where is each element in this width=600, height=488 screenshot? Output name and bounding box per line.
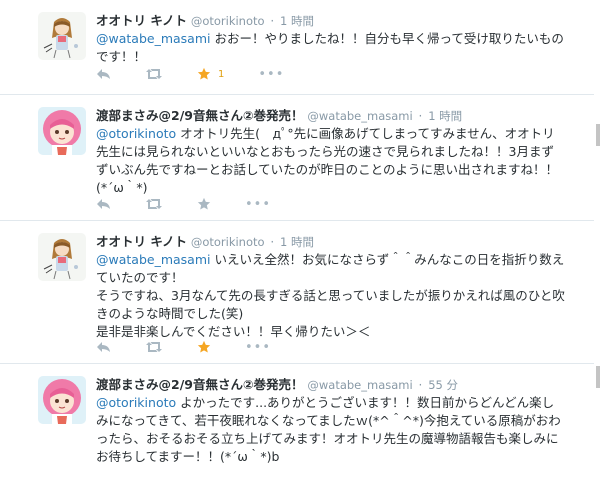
reply-icon [97, 69, 110, 79]
reply-icon [97, 342, 110, 352]
tweet-text: @watabe_masami おおー！やりましたね！！自分も早く帰って受け取りた… [96, 30, 566, 66]
mention-link[interactable]: @watabe_masami [96, 31, 210, 46]
more-options-button[interactable]: ••• [245, 197, 271, 212]
timestamp[interactable]: 1 時間 [280, 235, 314, 249]
tweet[interactable]: オオトリ キノト @otorikinoto · 1 時間 @watabe_mas… [0, 0, 594, 95]
tweet-text: @otorikinoto オオトリ先生( дﾟ°先に画像あげてしまってすみません… [96, 125, 566, 197]
timestamp[interactable]: 55 分 [428, 378, 458, 392]
star-icon [197, 340, 211, 353]
girl-illustration-icon [38, 233, 86, 281]
reply-button[interactable] [96, 198, 111, 210]
favorite-count: 1 [218, 68, 225, 80]
scrollbar-track[interactable] [593, 0, 600, 488]
display-name[interactable]: オオトリ キノト [96, 13, 187, 28]
pink-hair-girl-icon [38, 107, 86, 155]
star-icon [197, 67, 211, 80]
tweet-text: @watabe_masami いえいえ全然！お気になさらず＾＾みんなこの日を指折… [96, 251, 566, 341]
favorite-button[interactable]: 1 [197, 67, 224, 81]
favorite-button[interactable] [197, 197, 211, 211]
tweet[interactable]: 渡部まさみ@2/9音無さん②巻発売！ @watabe_masami · 55 分… [0, 364, 594, 488]
scroll-marker [596, 366, 600, 388]
retweet-button[interactable] [145, 198, 163, 210]
scroll-marker [596, 124, 600, 146]
avatar[interactable] [38, 233, 86, 281]
mention-link[interactable]: @otorikinoto [96, 126, 176, 141]
retweet-icon [146, 199, 162, 209]
more-options-button[interactable]: ••• [245, 340, 271, 355]
tweet-actions: ••• [96, 339, 305, 355]
avatar[interactable] [38, 12, 86, 60]
tweet-actions: 1 ••• [96, 66, 318, 82]
favorite-button[interactable] [197, 340, 211, 354]
girl-illustration-icon [38, 12, 86, 60]
retweet-button[interactable] [145, 68, 163, 80]
display-name[interactable]: オオトリ キノト [96, 234, 187, 249]
retweet-button[interactable] [145, 341, 163, 353]
user-handle[interactable]: @otorikinoto [191, 235, 265, 249]
tweet-actions: ••• [96, 196, 305, 212]
mention-link[interactable]: @otorikinoto [96, 395, 176, 410]
tweet-text: @otorikinoto よかったです...ありがとうございます！！数日前からど… [96, 394, 566, 466]
display-name[interactable]: 渡部まさみ@2/9音無さん②巻発売！ [96, 108, 304, 123]
reply-button[interactable] [96, 68, 111, 80]
user-handle[interactable]: @watabe_masami [307, 378, 412, 392]
tweet-header: オオトリ キノト @otorikinoto · 1 時間 [96, 13, 315, 28]
tweet[interactable]: 渡部まさみ@2/9音無さん②巻発売！ @watabe_masami · 1 時間… [0, 95, 594, 221]
user-handle[interactable]: @otorikinoto [191, 14, 265, 28]
pink-hair-girl-icon [38, 376, 86, 424]
reply-button[interactable] [96, 341, 111, 353]
more-options-button[interactable]: ••• [258, 67, 284, 82]
display-name[interactable]: 渡部まさみ@2/9音無さん②巻発売！ [96, 377, 304, 392]
tweet-body-line2: そうですね、3月なんて先の長すぎる話と思っていましたが振りかえれば風のひと吹きの… [96, 288, 565, 321]
tweet-header: オオトリ キノト @otorikinoto · 1 時間 [96, 234, 315, 249]
retweet-icon [146, 342, 162, 352]
avatar[interactable] [38, 376, 86, 424]
reply-icon [97, 199, 110, 209]
tweet-header: 渡部まさみ@2/9音無さん②巻発売！ @watabe_masami · 1 時間 [96, 108, 463, 123]
tweet[interactable]: オオトリ キノト @otorikinoto · 1 時間 @watabe_mas… [0, 221, 594, 364]
timestamp[interactable]: 1 時間 [280, 14, 314, 28]
timestamp[interactable]: 1 時間 [428, 109, 462, 123]
mention-link[interactable]: @watabe_masami [96, 252, 210, 267]
avatar[interactable] [38, 107, 86, 155]
tweet-header: 渡部まさみ@2/9音無さん②巻発売！ @watabe_masami · 55 分 [96, 377, 458, 392]
retweet-icon [146, 69, 162, 79]
user-handle[interactable]: @watabe_masami [307, 109, 412, 123]
star-icon [197, 197, 211, 210]
